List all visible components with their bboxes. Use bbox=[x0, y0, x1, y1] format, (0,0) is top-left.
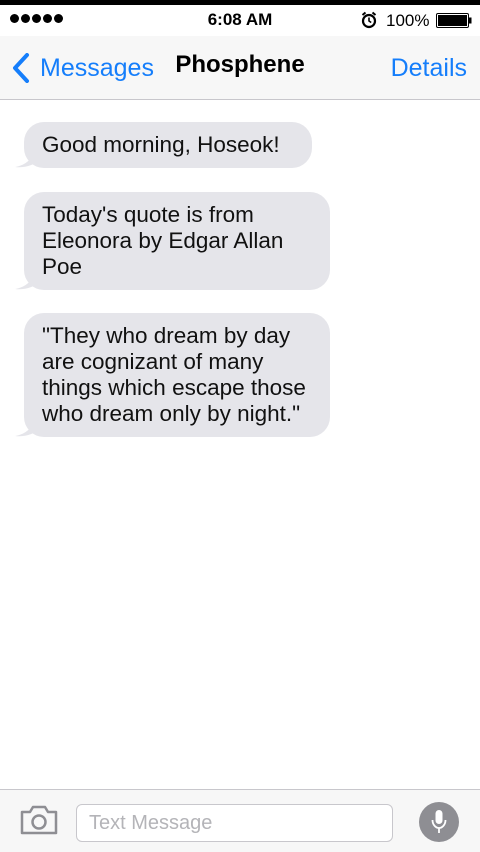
microphone-button[interactable] bbox=[419, 802, 459, 842]
alarm-clock-icon bbox=[361, 11, 377, 29]
status-bar: 6:08 AM 100% bbox=[0, 0, 480, 36]
bubble-tail bbox=[15, 270, 37, 290]
microphone-icon bbox=[431, 810, 447, 833]
bubble-tail bbox=[15, 417, 37, 437]
text-message-input[interactable] bbox=[76, 804, 393, 842]
message-list[interactable]: Good morning, Hoseok! Today's quote is f… bbox=[0, 101, 480, 789]
message-text: Today's quote is from Eleonora by Edgar … bbox=[42, 202, 284, 279]
message-text: Good morning, Hoseok! bbox=[42, 132, 280, 157]
camera-icon[interactable] bbox=[19, 804, 59, 836]
message-text: "They who dream by day are cognizant of … bbox=[42, 323, 306, 426]
bubble-tail bbox=[15, 148, 37, 168]
message-bubble[interactable]: Good morning, Hoseok! bbox=[15, 122, 312, 168]
battery-percentage: 100% bbox=[386, 11, 430, 30]
details-button[interactable]: Details bbox=[391, 50, 467, 86]
message-input-bar bbox=[0, 789, 480, 852]
messages-screen: 6:08 AM 100% Messages Phosphene Details bbox=[0, 0, 480, 852]
message-bubble[interactable]: Today's quote is from Eleonora by Edgar … bbox=[15, 192, 330, 290]
battery-icon bbox=[436, 13, 472, 28]
message-bubble[interactable]: "They who dream by day are cognizant of … bbox=[15, 313, 330, 437]
navigation-bar: Messages Phosphene Details bbox=[0, 36, 480, 100]
